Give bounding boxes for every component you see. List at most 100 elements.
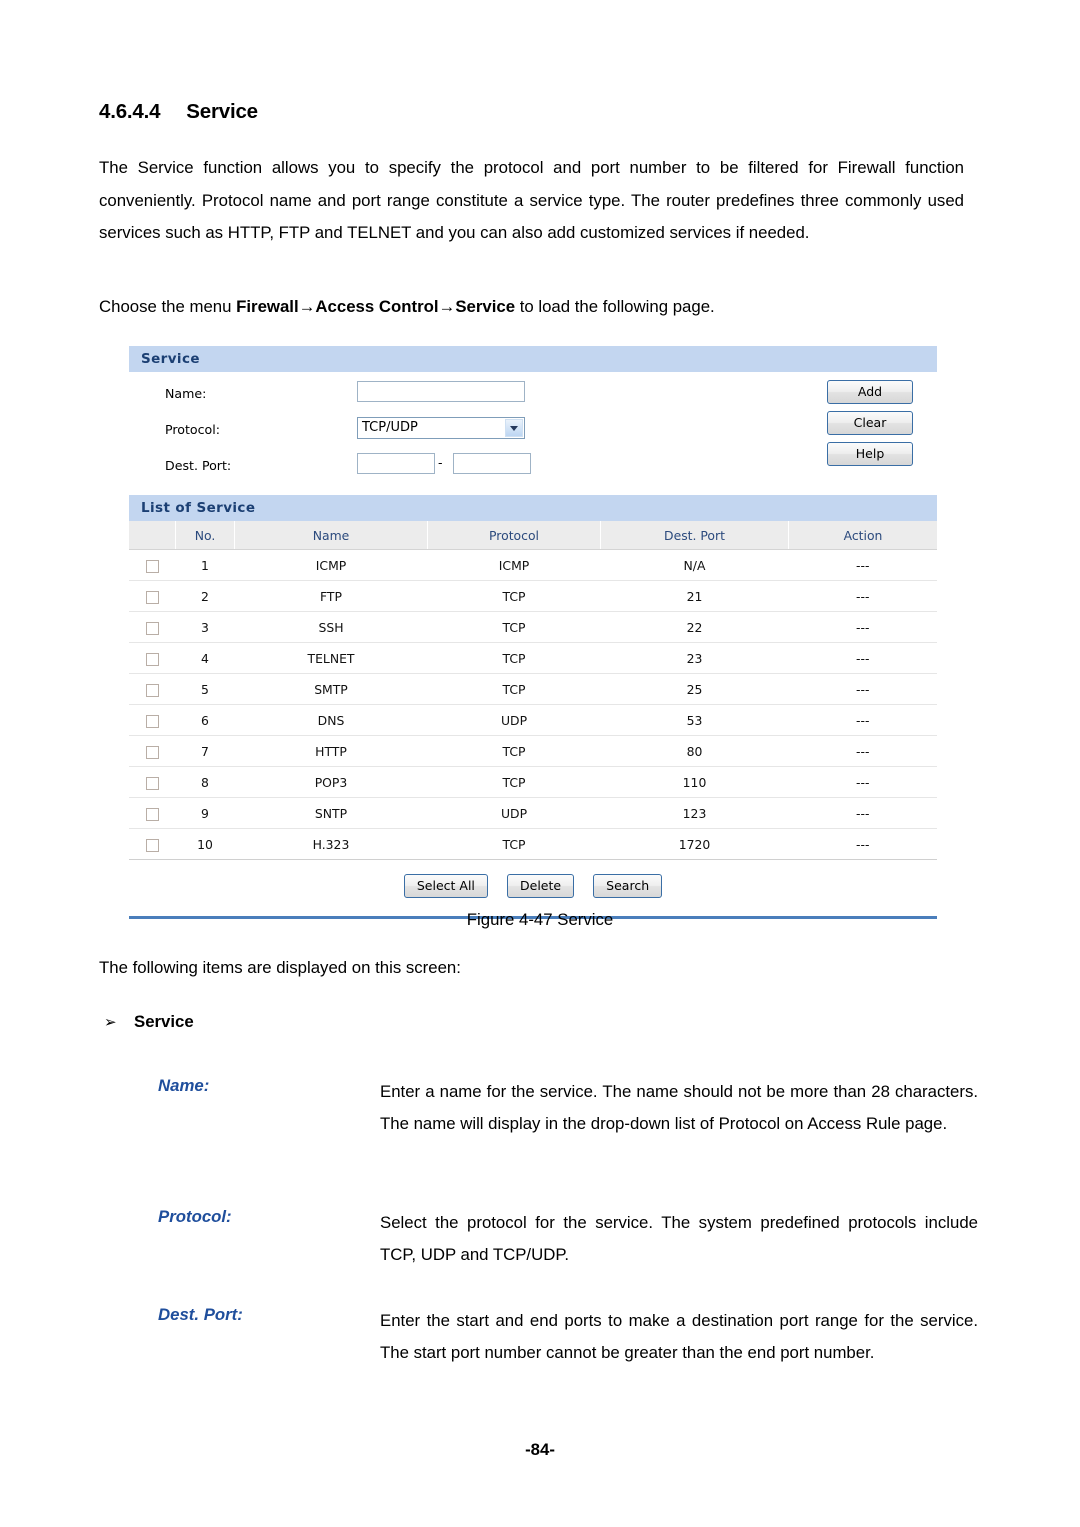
service-table-body: 1 ICMP ICMP N/A --- 2 FTP TCP 21 --- 3 S… xyxy=(129,549,937,860)
row-dest-port: 23 xyxy=(600,642,789,674)
definition-term: Dest. Port: xyxy=(158,1305,243,1324)
row-checkbox[interactable] xyxy=(145,621,159,635)
menu-access-control: Access Control xyxy=(315,297,439,316)
row-checkbox[interactable] xyxy=(145,838,159,852)
row-checkbox-cell[interactable] xyxy=(129,828,176,860)
row-dest-port: 110 xyxy=(600,766,789,798)
protocol-select[interactable]: TCP/UDP xyxy=(357,417,525,439)
menu-arrow-1: → xyxy=(298,297,316,316)
row-checkbox[interactable] xyxy=(145,714,159,728)
table-row: 5 SMTP TCP 25 --- xyxy=(129,673,937,705)
row-name: SSH xyxy=(234,611,428,643)
row-name: SMTP xyxy=(234,673,428,705)
page-title: 4.6.4.4 Service xyxy=(99,100,258,124)
form-row-protocol: Protocol: TCP/UDP xyxy=(129,414,937,450)
menu-arrow-2: → xyxy=(438,297,456,316)
row-dest-port: 53 xyxy=(600,704,789,736)
name-input[interactable] xyxy=(357,381,525,402)
select-all-button[interactable]: Select All xyxy=(403,874,488,898)
row-protocol: TCP xyxy=(427,642,601,674)
column-header-no: No. xyxy=(175,521,235,550)
row-action: --- xyxy=(788,735,937,767)
row-no: 5 xyxy=(175,673,235,705)
dest-port-separator: - xyxy=(438,455,443,470)
row-name: POP3 xyxy=(234,766,428,798)
row-checkbox-cell[interactable] xyxy=(129,673,176,705)
row-dest-port: 123 xyxy=(600,797,789,829)
definition-term: Protocol: xyxy=(158,1207,232,1226)
row-dest-port: 21 xyxy=(600,580,789,612)
row-checkbox[interactable] xyxy=(145,559,159,573)
form-buttons: Add Clear Help xyxy=(827,380,913,473)
row-name: SNTP xyxy=(234,797,428,829)
table-header-row: No. Name Protocol Dest. Port Action xyxy=(129,521,937,550)
delete-button[interactable]: Delete xyxy=(507,874,575,898)
table-row: 8 POP3 TCP 110 --- xyxy=(129,766,937,798)
intro-paragraph: The Service function allows you to speci… xyxy=(99,158,964,242)
row-checkbox-cell[interactable] xyxy=(129,704,176,736)
service-form: Name: Protocol: TCP/UDP Dest. Port: - Ad… xyxy=(129,372,937,495)
row-protocol: TCP xyxy=(427,673,601,705)
row-checkbox-cell[interactable] xyxy=(129,642,176,674)
column-header-name: Name xyxy=(234,521,428,550)
row-checkbox[interactable] xyxy=(145,590,159,604)
choose-suffix: to load the following page. xyxy=(515,297,715,316)
help-button[interactable]: Help xyxy=(827,442,913,466)
row-checkbox[interactable] xyxy=(145,683,159,697)
row-checkbox[interactable] xyxy=(145,776,159,790)
menu-firewall: Firewall xyxy=(236,297,299,316)
search-button[interactable]: Search xyxy=(593,874,663,898)
table-row: 7 HTTP TCP 80 --- xyxy=(129,735,937,767)
row-checkbox[interactable] xyxy=(145,807,159,821)
row-name: DNS xyxy=(234,704,428,736)
row-no: 1 xyxy=(175,549,235,581)
row-no: 8 xyxy=(175,766,235,798)
column-header-dest-port: Dest. Port xyxy=(600,521,789,550)
row-checkbox-cell[interactable] xyxy=(129,580,176,612)
row-no: 10 xyxy=(175,828,235,860)
figure-caption: Figure 4-47 Service xyxy=(466,910,614,929)
row-no: 2 xyxy=(175,580,235,612)
row-protocol: TCP xyxy=(427,735,601,767)
form-row-dest-port: Dest. Port: - xyxy=(129,450,937,486)
clear-button[interactable]: Clear xyxy=(827,411,913,435)
protocol-label: Protocol: xyxy=(165,422,220,437)
row-name: H.323 xyxy=(234,828,428,860)
menu-service: Service xyxy=(455,297,516,316)
row-action: --- xyxy=(788,797,937,829)
section-number: 4.6.4.4 xyxy=(99,100,161,123)
column-header-checkbox xyxy=(129,521,176,550)
dest-port-label: Dest. Port: xyxy=(165,458,232,473)
row-action: --- xyxy=(788,611,937,643)
row-action: --- xyxy=(788,580,937,612)
row-dest-port: 22 xyxy=(600,611,789,643)
row-checkbox[interactable] xyxy=(145,745,159,759)
table-row: 9 SNTP UDP 123 --- xyxy=(129,797,937,829)
table-row: 2 FTP TCP 21 --- xyxy=(129,580,937,612)
row-action: --- xyxy=(788,766,937,798)
definition-description: Select the protocol for the service. The… xyxy=(380,1213,978,1264)
chevron-down-icon[interactable] xyxy=(505,419,523,437)
service-table: No. Name Protocol Dest. Port Action 1 IC… xyxy=(129,521,937,860)
add-button[interactable]: Add xyxy=(827,380,913,404)
definition-description: Enter a name for the service. The name s… xyxy=(380,1082,978,1133)
row-checkbox-cell[interactable] xyxy=(129,549,176,581)
table-row: 6 DNS UDP 53 --- xyxy=(129,704,937,736)
menu-path-paragraph: Choose the menu Firewall→Access Control→… xyxy=(99,291,979,324)
table-row: 4 TELNET TCP 23 --- xyxy=(129,642,937,674)
row-checkbox[interactable] xyxy=(145,652,159,666)
row-action: --- xyxy=(788,549,937,581)
row-checkbox-cell[interactable] xyxy=(129,735,176,767)
router-ui-screenshot: Service Name: Protocol: TCP/UDP Dest. Po… xyxy=(129,346,937,919)
row-name: HTTP xyxy=(234,735,428,767)
row-name: ICMP xyxy=(234,549,428,581)
row-checkbox-cell[interactable] xyxy=(129,611,176,643)
definition-term: Name: xyxy=(158,1076,210,1095)
row-checkbox-cell[interactable] xyxy=(129,766,176,798)
row-checkbox-cell[interactable] xyxy=(129,797,176,829)
list-of-service-header: List of Service xyxy=(129,495,937,521)
dest-port-end-input[interactable] xyxy=(453,453,531,474)
document-page: 4.6.4.4 Service The Service function allo… xyxy=(0,0,1080,1527)
row-protocol: ICMP xyxy=(427,549,601,581)
dest-port-start-input[interactable] xyxy=(357,453,435,474)
